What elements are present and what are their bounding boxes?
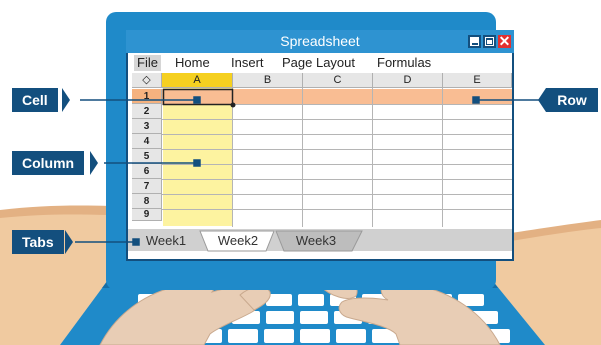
callout-column: Column <box>12 151 85 175</box>
callout-tabs-pointer <box>65 230 73 254</box>
callout-row: Row <box>546 88 598 112</box>
callout-tabs: Tabs <box>12 230 64 254</box>
callout-column-pointer <box>90 151 98 175</box>
callout-cell-pointer <box>62 88 70 112</box>
callout-row-pointer <box>538 88 546 112</box>
laptop-illustration: Spreadsheet ✕ File Home Insert Page Layo… <box>0 0 601 345</box>
callout-cell: Cell <box>12 88 58 112</box>
